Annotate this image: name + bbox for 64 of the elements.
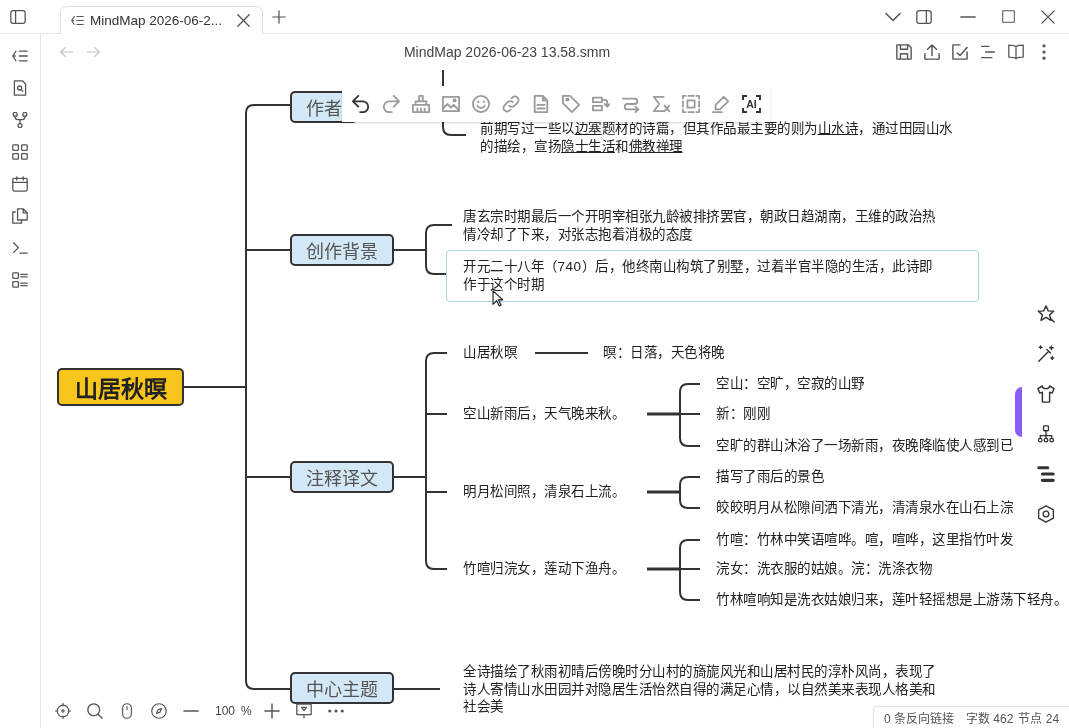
- zoom-value[interactable]: 100: [215, 704, 236, 718]
- copy-icon[interactable]: [12, 208, 28, 224]
- topic-text[interactable]: 开元二十八年（740）后，他终南山构筑了别墅，过着半官半隐的生活，此诗即作于这个时期: [446, 250, 979, 302]
- topic-text[interactable]: 空旷的群山沐浴了一场新雨，夜晚降临使人感到已: [716, 437, 1013, 455]
- mouse-icon[interactable]: [119, 703, 135, 719]
- topic-node[interactable]: 注释译文: [290, 461, 394, 493]
- close-icon[interactable]: [237, 14, 250, 27]
- topic-text[interactable]: 暝：日落，天色将晚: [603, 344, 725, 362]
- shirt-icon[interactable]: [1037, 385, 1055, 403]
- presentation-icon[interactable]: [295, 703, 312, 719]
- topic-text[interactable]: 明月松间照，清泉石上流。: [463, 483, 625, 501]
- graph-icon[interactable]: [12, 112, 28, 128]
- backlinks-count[interactable]: 0 条反向链接: [884, 709, 954, 726]
- maximize-icon[interactable]: [1002, 10, 1015, 23]
- grid-icon[interactable]: [12, 144, 28, 160]
- document-tab[interactable]: MindMap 2026-06-2...: [60, 6, 263, 34]
- document-title: MindMap 2026-06-23 13.58.smm: [403, 44, 611, 60]
- connector-line: [534, 352, 589, 354]
- calendar-icon[interactable]: [12, 176, 28, 192]
- outline-icon: [71, 14, 84, 27]
- stacked-bars-icon[interactable]: [1037, 465, 1055, 483]
- mouse-pointer-icon: [492, 290, 503, 307]
- lines-icon[interactable]: [980, 44, 996, 60]
- right-sidebar-icon[interactable]: [916, 8, 932, 25]
- topic-node[interactable]: 创作背景: [290, 234, 394, 266]
- topic-text[interactable]: 竹林喧响知是洗衣姑娘归来，莲叶轻摇想是上游荡下轻舟。: [716, 591, 1067, 609]
- topic-text[interactable]: 山居秋暝: [463, 344, 517, 362]
- ai-button[interactable]: AI: [742, 95, 761, 113]
- topic-text[interactable]: 皎皎明月从松隙间洒下清光，清清泉水在山石上淙: [716, 499, 1013, 517]
- topic-text[interactable]: 新：刚刚: [716, 405, 770, 423]
- topic-text[interactable]: 空山：空旷，空寂的山野: [716, 375, 865, 393]
- hexagon-nut-icon[interactable]: [1037, 505, 1055, 523]
- outline-icon[interactable]: [12, 48, 28, 64]
- connector-line: [392, 688, 441, 690]
- file-search-icon[interactable]: [12, 80, 28, 96]
- topic-text[interactable]: 描写了雨后的景色: [716, 468, 824, 486]
- zoom-unit: %: [241, 704, 252, 718]
- undo-icon[interactable]: [352, 95, 370, 113]
- topic-node[interactable]: 中心主题: [290, 672, 394, 704]
- sidebar-toggle-icon[interactable]: [10, 8, 26, 25]
- window-close-icon[interactable]: [1041, 9, 1055, 24]
- topic-text[interactable]: 空山新雨后，天气晚来秋。: [463, 405, 625, 423]
- node-count: 节点 24: [1018, 711, 1060, 726]
- search-icon[interactable]: [87, 703, 103, 719]
- upload-icon[interactable]: [924, 44, 940, 60]
- locate-icon[interactable]: [55, 703, 71, 719]
- topic-text[interactable]: 唐玄宗时期最后一个开明宰相张九龄被排挤罢官，朝政日趋湖南，王维的政治热情冷却了下来，对张志抱着消极的态度: [463, 208, 942, 243]
- compass-icon[interactable]: [151, 703, 167, 719]
- word-count: 字数 462: [966, 711, 1014, 726]
- terminal-icon[interactable]: [12, 240, 28, 256]
- checklist-icon[interactable]: [12, 272, 28, 288]
- star-icon[interactable]: [1037, 305, 1055, 323]
- save-icon[interactable]: [896, 44, 912, 60]
- new-tab-icon[interactable]: [272, 9, 286, 24]
- topic-text[interactable]: 竹喧：竹林中笑语喧哗。喧，喧哗，这里指竹叶发: [716, 531, 1013, 549]
- book-icon[interactable]: [1008, 44, 1024, 60]
- hierarchy-icon[interactable]: [1037, 425, 1055, 443]
- root-topic-node[interactable]: 山居秋暝: [57, 368, 184, 406]
- zoom-in-icon[interactable]: [263, 703, 280, 719]
- topic-text[interactable]: 浣女：洗衣服的姑娘。浣：洗涤衣物: [716, 560, 932, 578]
- tab-title: MindMap 2026-06-2...: [90, 13, 224, 28]
- magic-wand-icon[interactable]: [1037, 345, 1055, 363]
- resize-handle[interactable]: [1015, 387, 1022, 437]
- topic-text[interactable]: 竹喧归浣女，莲动下渔舟。: [463, 560, 625, 578]
